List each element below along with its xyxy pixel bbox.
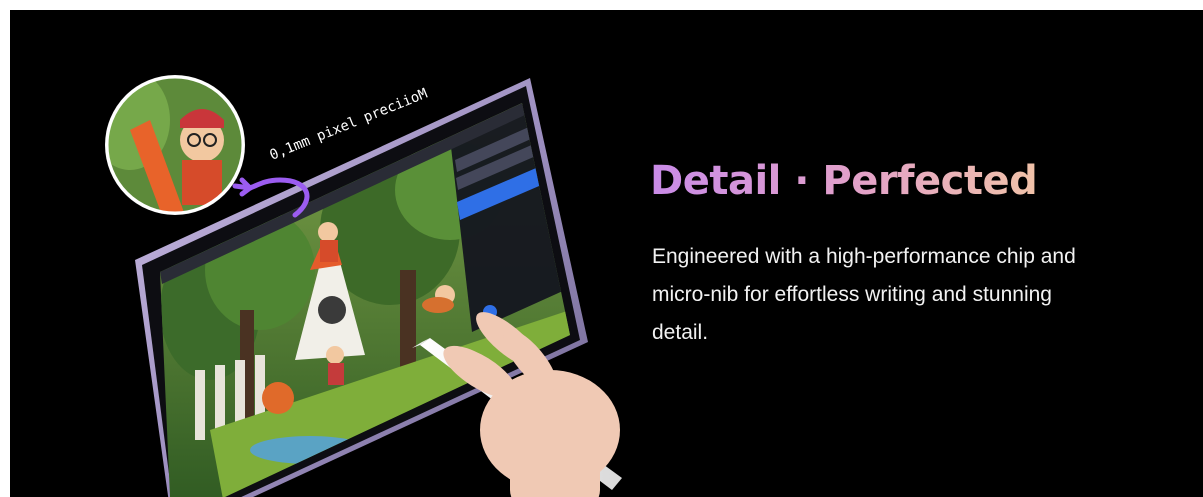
description-text: Engineered with a high-performance chip … bbox=[652, 245, 1076, 344]
headline: Detail · Perfected bbox=[650, 158, 1038, 204]
headline-text: Detail · Perfected bbox=[650, 158, 1038, 204]
zoom-detail-circle bbox=[105, 75, 245, 215]
product-hero-image: 0,1mm pixel preciioM bbox=[105, 75, 622, 497]
feature-banner: 0,1mm pixel preciioM Detail · Perfected … bbox=[10, 10, 1203, 497]
